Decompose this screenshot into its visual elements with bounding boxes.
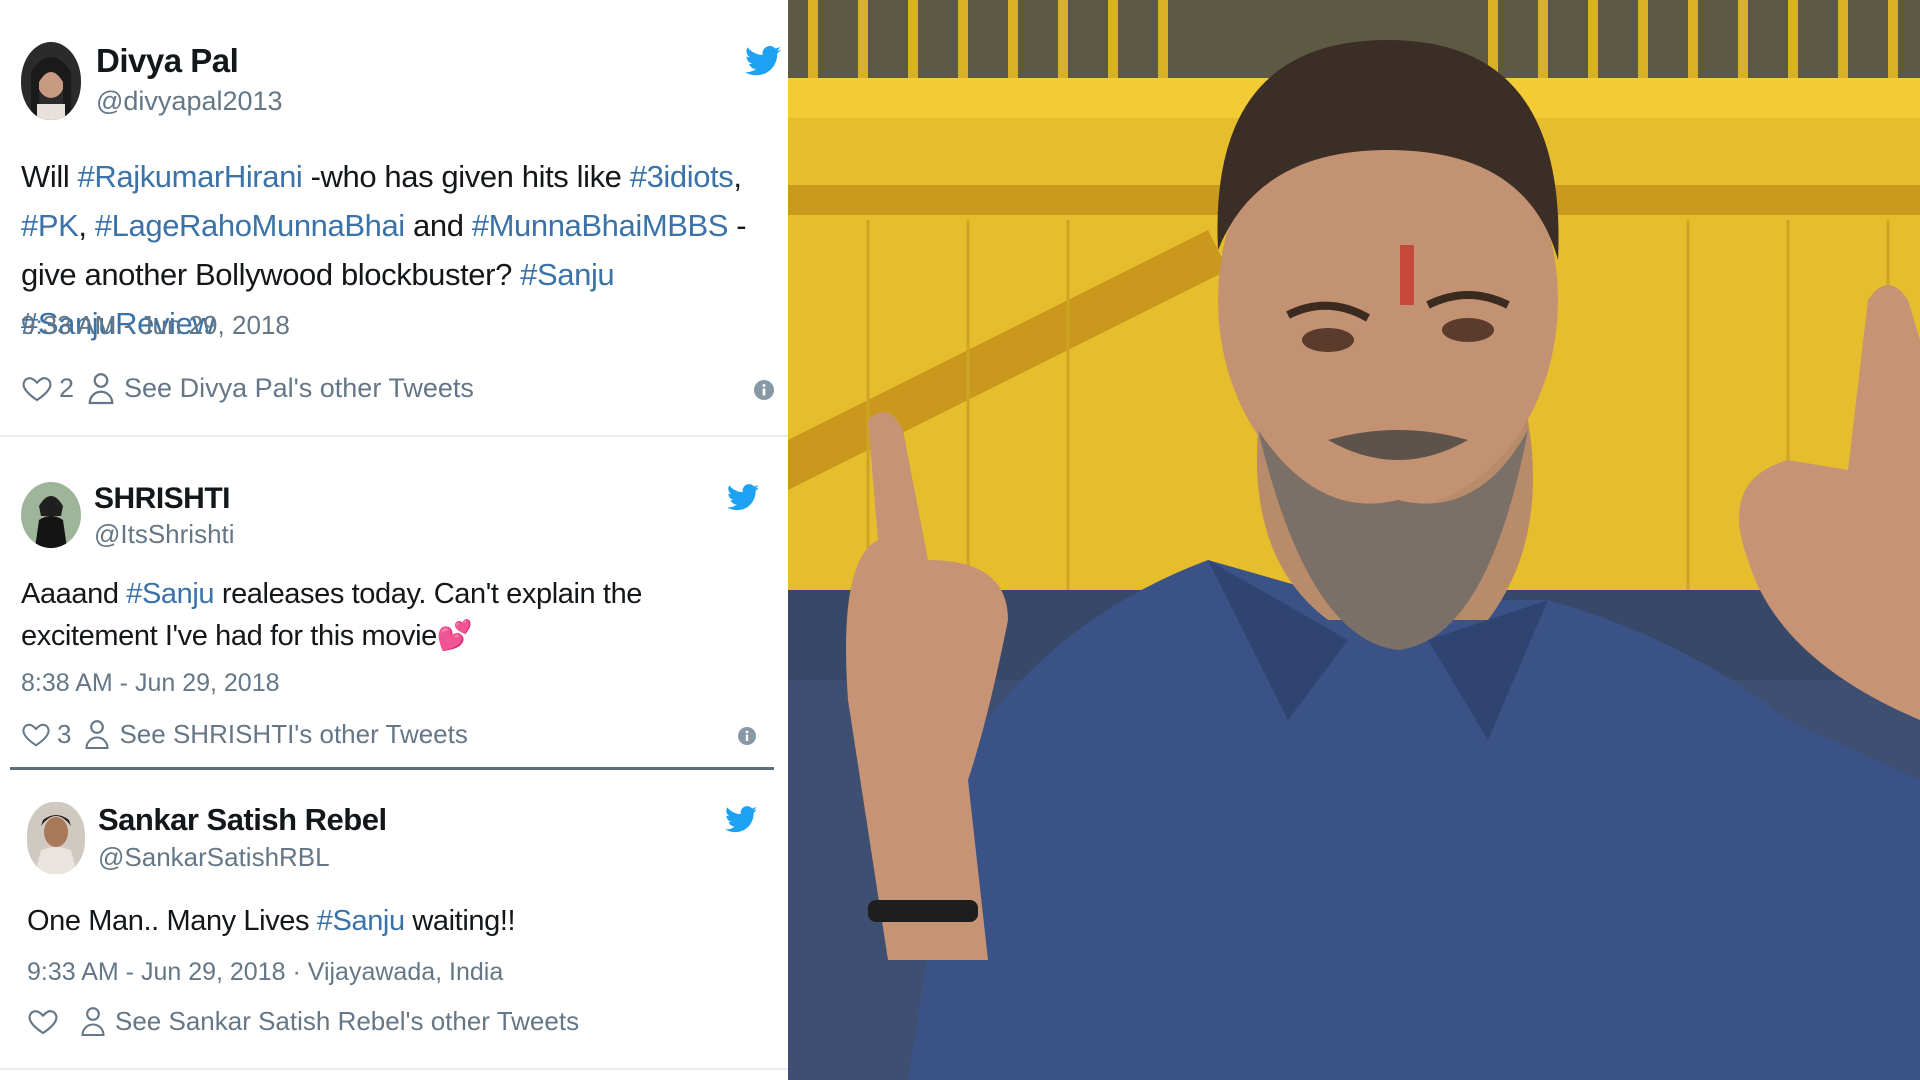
twitter-bird-icon[interactable]: [725, 806, 757, 833]
twitter-bird-icon[interactable]: [727, 484, 759, 511]
tweet-actions: 2 See Divya Pal's other Tweets: [21, 370, 474, 406]
tweet-timestamp[interactable]: 9:33 AM - Jun 29, 2018: [21, 310, 290, 341]
tweet-card: Divya Pal @divyapal2013 Will #RajkumarHi…: [0, 0, 788, 435]
person-icon: [85, 720, 110, 750]
twitter-bird-icon[interactable]: [745, 46, 781, 76]
tweet-actions: 3 See SHRISHTI's other Tweets: [21, 717, 468, 751]
heart-icon[interactable]: [21, 718, 51, 750]
tweet-text-segment: Will: [21, 159, 78, 194]
heart-icon[interactable]: [27, 1004, 59, 1038]
tweet-text-segment: -who has given hits like: [302, 159, 630, 194]
like-count[interactable]: 2: [59, 373, 74, 404]
hashtag-link[interactable]: #3idiots: [630, 159, 734, 194]
other-tweets-link[interactable]: See Sankar Satish Rebel's other Tweets: [115, 1006, 579, 1037]
person-icon: [81, 1007, 105, 1037]
heart-icon[interactable]: [21, 371, 53, 405]
tweet-text-segment: One Man.. Many Lives: [27, 905, 317, 937]
other-tweets-link[interactable]: See Divya Pal's other Tweets: [124, 373, 474, 404]
info-icon[interactable]: [738, 727, 756, 745]
tweet-card: SHRISHTI @ItsShrishti Aaaand #Sanju real…: [0, 437, 788, 767]
movie-still-photo: [788, 0, 1920, 1080]
person-icon: [88, 373, 114, 405]
tweet-text: Aaaand #Sanju realeases today. Can't exp…: [21, 573, 756, 657]
tweet-text-segment: ,: [78, 208, 95, 243]
tweet-text-segment: 💕: [436, 620, 473, 652]
tweet-timestamp[interactable]: 8:38 AM - Jun 29, 2018: [21, 669, 280, 698]
tweet-divider: [0, 1068, 788, 1070]
other-tweets-link[interactable]: See SHRISHTI's other Tweets: [119, 719, 467, 750]
author-name[interactable]: SHRISHTI: [94, 482, 231, 516]
hashtag-link[interactable]: #RajkumarHirani: [78, 159, 303, 194]
author-name[interactable]: Divya Pal: [96, 42, 239, 80]
info-icon[interactable]: [754, 380, 774, 400]
tweet-actions: See Sankar Satish Rebel's other Tweets: [27, 1004, 579, 1038]
tweet-text-segment: Aaaand: [21, 578, 127, 610]
tweet-text-segment: ,: [733, 159, 742, 194]
tweet-text: One Man.. Many Lives #Sanju waiting!!: [27, 900, 757, 942]
hashtag-link[interactable]: #MunnaBhaiMBBS: [472, 208, 729, 243]
hashtag-link[interactable]: #Sanju: [520, 257, 615, 292]
author-handle[interactable]: @SankarSatishRBL: [98, 842, 330, 873]
hashtag-link[interactable]: #LageRahoMunnaBhai: [95, 208, 405, 243]
author-name[interactable]: Sankar Satish Rebel: [98, 802, 387, 838]
hashtag-link[interactable]: #Sanju: [317, 905, 405, 937]
author-handle[interactable]: @ItsShrishti: [94, 519, 235, 550]
avatar[interactable]: [27, 802, 85, 874]
avatar[interactable]: [21, 482, 81, 548]
like-count[interactable]: 3: [57, 719, 71, 750]
author-handle[interactable]: @divyapal2013: [96, 86, 283, 117]
hashtag-link[interactable]: #PK: [21, 208, 79, 243]
avatar[interactable]: [21, 42, 81, 120]
tweet-panel: Divya Pal @divyapal2013 Will #RajkumarHi…: [0, 0, 788, 1080]
tweet-text-segment: waiting!!: [404, 905, 516, 937]
tweet-timestamp[interactable]: 9:33 AM - Jun 29, 2018 · Vijayawada, Ind…: [27, 958, 503, 987]
hashtag-link[interactable]: #Sanju: [126, 578, 214, 610]
tweet-text-segment: and: [404, 208, 472, 243]
tweet-card: Sankar Satish Rebel @SankarSatishRBL One…: [0, 770, 788, 1070]
